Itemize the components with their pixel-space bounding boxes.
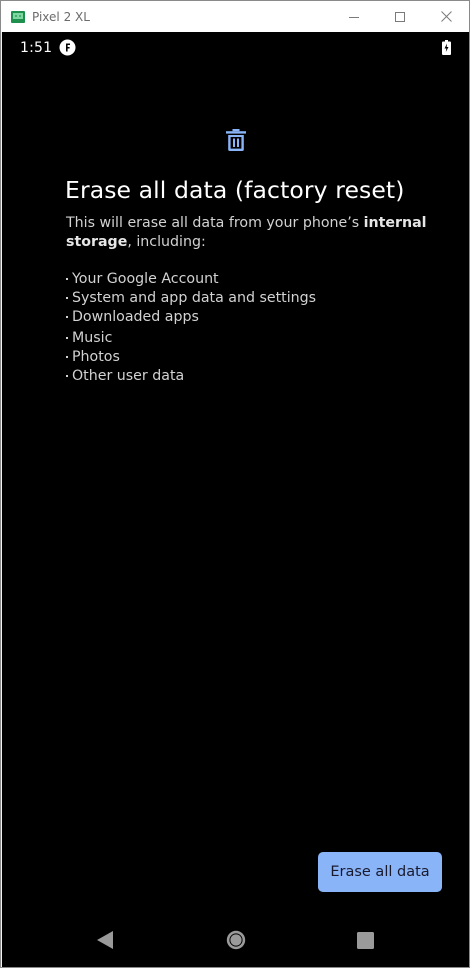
minimize-icon — [349, 16, 359, 18]
close-icon — [440, 11, 452, 22]
bullet — [66, 374, 68, 377]
list-item: System and app data and settings — [66, 288, 316, 307]
erase-all-data-button[interactable]: Erase all data — [318, 852, 442, 892]
list-item: Downloaded apps — [66, 307, 316, 326]
battery-charging-icon — [442, 40, 451, 55]
bullet — [66, 315, 68, 318]
list-item-label: System and app data and settings — [72, 289, 317, 306]
trash-icon — [226, 129, 246, 151]
status-bar: 1:51 — [2, 32, 469, 64]
description-prefix: This will erase all data from your phone… — [66, 215, 364, 231]
description: This will erase all data from your phone… — [66, 214, 438, 252]
list-item: Music — [66, 328, 316, 347]
back-icon[interactable] — [96, 931, 114, 949]
notification-f-icon — [59, 39, 76, 56]
bullet — [66, 355, 68, 358]
status-clock: 1:51 — [20, 40, 53, 56]
recents-icon[interactable] — [357, 932, 374, 949]
bullet — [66, 296, 68, 299]
bullet — [66, 336, 68, 339]
list-item: Other user data — [66, 366, 316, 385]
list-item: Photos — [66, 347, 316, 366]
minimize-button[interactable] — [331, 1, 377, 32]
list-item-label: Downloaded apps — [72, 308, 199, 325]
android-emulator-icon — [11, 10, 25, 24]
emulator-window: Pixel 2 XL 1:51 Erase all data (factory … — [0, 0, 470, 968]
title-bar[interactable]: Pixel 2 XL — [1, 1, 469, 32]
window-title: Pixel 2 XL — [32, 9, 90, 24]
list-item-label: Photos — [72, 348, 120, 365]
list-item: Your Google Account — [66, 269, 316, 288]
maximize-icon — [395, 11, 405, 22]
description-suffix: , including: — [127, 234, 206, 250]
close-button[interactable] — [423, 1, 469, 32]
navigation-bar — [2, 912, 469, 967]
list-item-label: Music — [72, 329, 113, 346]
home-icon[interactable] — [226, 930, 246, 950]
erase-items-list: Your Google Account System and app data … — [66, 269, 316, 385]
list-item-label: Other user data — [72, 367, 185, 384]
bullet — [66, 277, 68, 280]
phone-screen: 1:51 Erase all data (factory reset) This… — [2, 32, 469, 967]
page-title: Erase all data (factory reset) — [65, 176, 405, 204]
maximize-button[interactable] — [377, 1, 423, 32]
list-item-label: Your Google Account — [72, 270, 219, 287]
